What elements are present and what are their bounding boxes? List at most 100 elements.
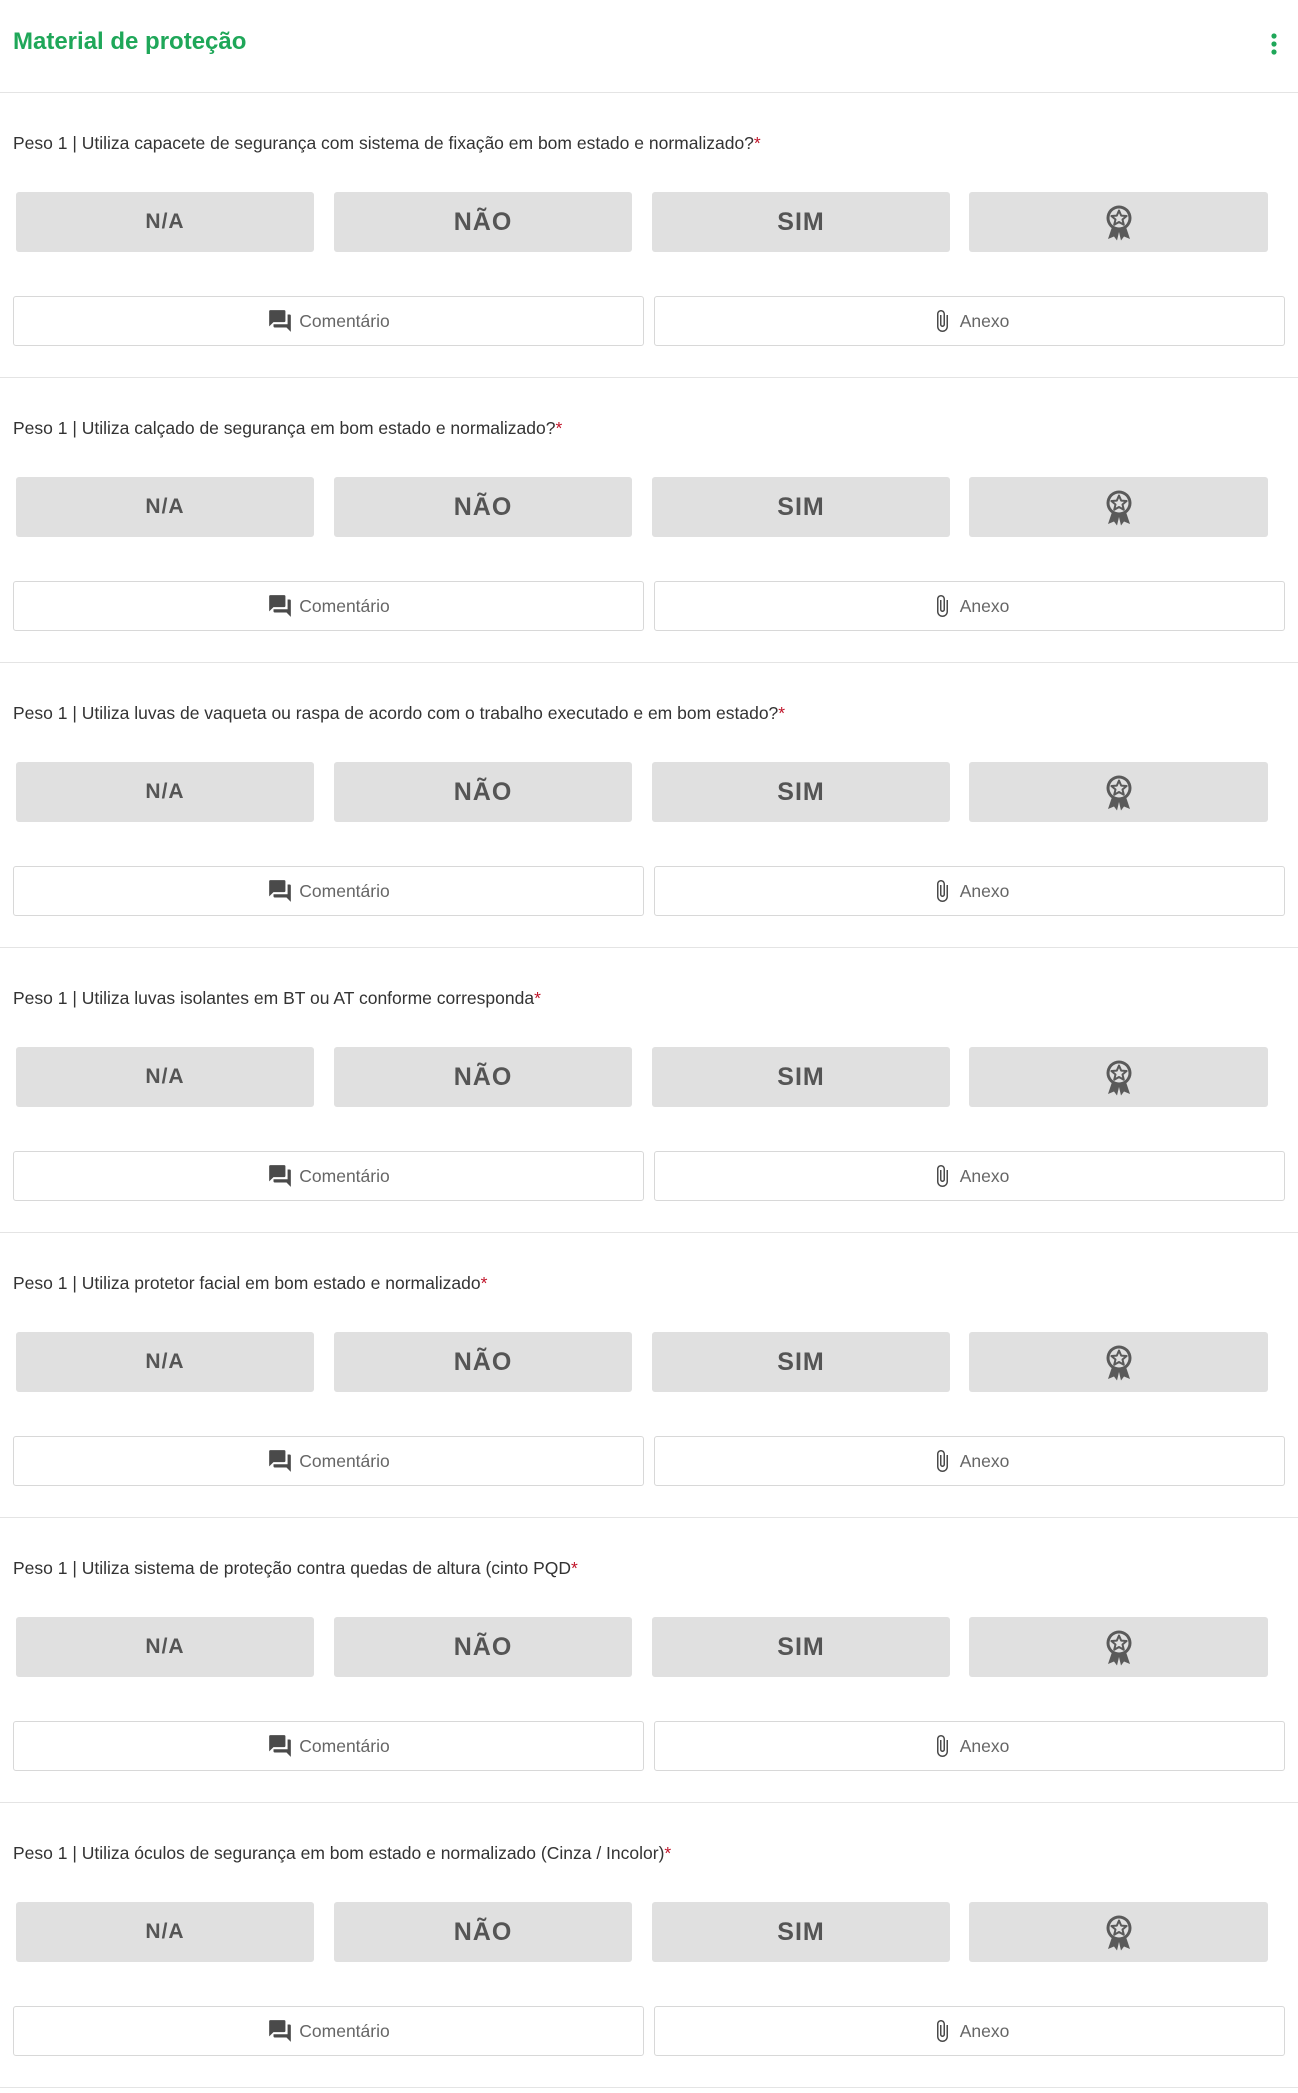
comment-button[interactable]: Comentário bbox=[13, 1436, 644, 1486]
paperclip-icon bbox=[936, 1735, 948, 1757]
option-na-button[interactable]: N/A bbox=[16, 1902, 314, 1962]
option-na-button[interactable]: N/A bbox=[16, 192, 314, 252]
forum-icon bbox=[269, 1165, 292, 1187]
award-badge-icon bbox=[1106, 1630, 1131, 1666]
checklist-section: Material de proteção Peso 1 | Utiliza ca… bbox=[0, 0, 1298, 2093]
required-marker: * bbox=[480, 1273, 488, 1293]
award-badge-icon bbox=[1106, 1060, 1131, 1096]
question-item: Peso 1 | Utiliza calçado de segurança em… bbox=[0, 378, 1298, 663]
attach-button[interactable]: Anexo bbox=[654, 1721, 1285, 1771]
option-sim-button[interactable]: SIM bbox=[652, 192, 950, 252]
option-sim-button[interactable]: SIM bbox=[652, 1617, 950, 1677]
comment-label: Comentário bbox=[299, 1450, 390, 1471]
question-item: Peso 1 | Utiliza luvas de vaqueta ou ras… bbox=[0, 663, 1298, 948]
question-text: Peso 1 | Utiliza sistema de proteção con… bbox=[13, 1558, 578, 1579]
attach-button[interactable]: Anexo bbox=[654, 866, 1285, 916]
paperclip-icon bbox=[936, 310, 948, 332]
comment-button[interactable]: Comentário bbox=[13, 581, 644, 631]
option-badge-button[interactable] bbox=[969, 1617, 1268, 1677]
option-nao-button[interactable]: NÃO bbox=[334, 477, 632, 537]
comment-label: Comentário bbox=[299, 880, 390, 901]
award-badge-icon bbox=[1106, 1915, 1131, 1951]
question-label: Peso 1 | Utiliza sistema de proteção con… bbox=[13, 1558, 572, 1578]
attach-label: Anexo bbox=[959, 595, 1010, 616]
option-na-button[interactable]: N/A bbox=[16, 477, 314, 537]
comment-label: Comentário bbox=[299, 2020, 390, 2041]
comment-label: Comentário bbox=[299, 310, 390, 331]
option-nao-button[interactable]: NÃO bbox=[334, 1902, 632, 1962]
section-header: Material de proteção bbox=[0, 0, 1298, 93]
comment-button[interactable]: Comentário bbox=[13, 1721, 644, 1771]
question-label: Peso 1 | Utiliza luvas de vaqueta ou ras… bbox=[13, 703, 779, 723]
option-badge-button[interactable] bbox=[969, 1902, 1268, 1962]
option-badge-button[interactable] bbox=[969, 762, 1268, 822]
question-label: Peso 1 | Utiliza luvas isolantes em BT o… bbox=[13, 988, 535, 1008]
option-nao-button[interactable]: NÃO bbox=[334, 1047, 632, 1107]
option-na-button[interactable]: N/A bbox=[16, 1617, 314, 1677]
question-item: Peso 1 | Utiliza luvas isolantes em BT o… bbox=[0, 948, 1298, 1233]
option-sim-button[interactable]: SIM bbox=[652, 1332, 950, 1392]
comment-button[interactable]: Comentário bbox=[13, 1151, 644, 1201]
attach-label: Anexo bbox=[959, 310, 1010, 331]
attach-button[interactable]: Anexo bbox=[654, 1151, 1285, 1201]
required-marker: * bbox=[571, 1558, 578, 1578]
award-badge-icon bbox=[1106, 490, 1131, 526]
question-label: Peso 1 | Utiliza óculos de segurança em … bbox=[13, 1843, 665, 1863]
attach-label: Anexo bbox=[959, 880, 1010, 901]
more-vertical-icon bbox=[1271, 33, 1277, 55]
option-nao-button[interactable]: NÃO bbox=[334, 1332, 632, 1392]
paperclip-icon bbox=[936, 2020, 948, 2042]
question-item: Peso 1 | Utiliza capacete de segurança c… bbox=[0, 93, 1298, 378]
option-badge-button[interactable] bbox=[969, 1047, 1268, 1107]
question-item: Peso 1 | Utiliza óculos de segurança em … bbox=[0, 1803, 1298, 2088]
award-badge-icon bbox=[1106, 775, 1131, 811]
option-badge-button[interactable] bbox=[969, 477, 1268, 537]
option-na-button[interactable]: N/A bbox=[16, 1047, 314, 1107]
question-label: Peso 1 | Utiliza capacete de segurança c… bbox=[13, 133, 754, 153]
option-nao-button[interactable]: NÃO bbox=[334, 192, 632, 252]
question-list: Peso 1 | Utiliza capacete de segurança c… bbox=[0, 93, 1298, 2088]
attach-label: Anexo bbox=[959, 1450, 1010, 1471]
attach-label: Anexo bbox=[959, 2020, 1010, 2041]
option-badge-button[interactable] bbox=[969, 1332, 1268, 1392]
paperclip-icon bbox=[936, 595, 948, 617]
question-text: Peso 1 | Utiliza luvas isolantes em BT o… bbox=[13, 988, 541, 1009]
option-sim-button[interactable]: SIM bbox=[652, 762, 950, 822]
attach-label: Anexo bbox=[959, 1165, 1010, 1186]
forum-icon bbox=[269, 2020, 292, 2042]
attach-button[interactable]: Anexo bbox=[654, 296, 1285, 346]
required-marker: * bbox=[778, 703, 786, 723]
comment-label: Comentário bbox=[299, 1165, 390, 1186]
question-label: Peso 1 | Utiliza calçado de segurança em… bbox=[13, 418, 556, 438]
option-nao-button[interactable]: NÃO bbox=[334, 762, 632, 822]
required-marker: * bbox=[534, 988, 541, 1008]
paperclip-icon bbox=[936, 1450, 948, 1472]
required-marker: * bbox=[555, 418, 563, 438]
required-marker: * bbox=[664, 1843, 672, 1863]
award-badge-icon bbox=[1106, 1345, 1131, 1381]
question-item: Peso 1 | Utiliza sistema de proteção con… bbox=[0, 1518, 1298, 1803]
comment-label: Comentário bbox=[299, 595, 390, 616]
comment-button[interactable]: Comentário bbox=[13, 296, 644, 346]
paperclip-icon bbox=[936, 1165, 948, 1187]
forum-icon bbox=[269, 595, 292, 617]
question-text: Peso 1 | Utiliza óculos de segurança em … bbox=[13, 1843, 671, 1864]
attach-button[interactable]: Anexo bbox=[654, 2006, 1285, 2056]
attach-button[interactable]: Anexo bbox=[654, 1436, 1285, 1486]
question-text: Peso 1 | Utiliza protetor facial em bom … bbox=[13, 1273, 487, 1294]
option-sim-button[interactable]: SIM bbox=[652, 1902, 950, 1962]
more-options-button[interactable] bbox=[1260, 29, 1288, 59]
forum-icon bbox=[269, 880, 292, 902]
option-sim-button[interactable]: SIM bbox=[652, 477, 950, 537]
question-label: Peso 1 | Utiliza protetor facial em bom … bbox=[13, 1273, 481, 1293]
attach-button[interactable]: Anexo bbox=[654, 581, 1285, 631]
comment-button[interactable]: Comentário bbox=[13, 866, 644, 916]
forum-icon bbox=[269, 310, 292, 332]
option-sim-button[interactable]: SIM bbox=[652, 1047, 950, 1107]
paperclip-icon bbox=[936, 880, 948, 902]
option-badge-button[interactable] bbox=[969, 192, 1268, 252]
comment-button[interactable]: Comentário bbox=[13, 2006, 644, 2056]
option-na-button[interactable]: N/A bbox=[16, 1332, 314, 1392]
option-na-button[interactable]: N/A bbox=[16, 762, 314, 822]
option-nao-button[interactable]: NÃO bbox=[334, 1617, 632, 1677]
